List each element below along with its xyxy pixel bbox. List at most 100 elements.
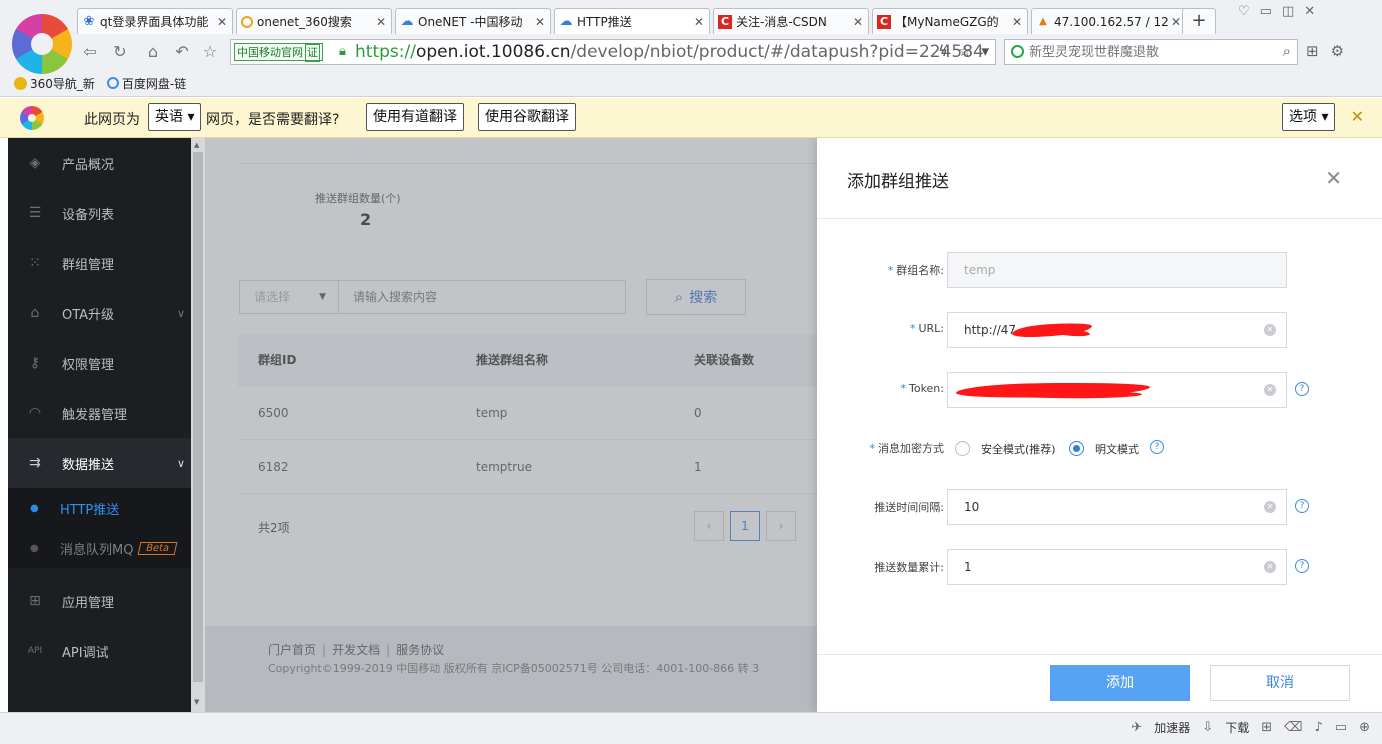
sidebar-item-triggers[interactable]: ◠ 触发器管理 [8,388,191,438]
close-icon[interactable]: ✕ [1351,107,1364,126]
cancel-button[interactable]: 取消 [1210,665,1350,701]
sidebar-scrollbar[interactable]: ▲ ▼ [191,138,205,712]
browser-tab[interactable]: C 【MyNameGZG的 ✕ [872,8,1028,34]
language-select[interactable]: 英语 ▾ [148,103,202,131]
clear-input-icon[interactable]: ✕ [1264,501,1276,513]
push-icon: ⇉ [29,455,41,471]
address-bar[interactable]: 中国移动官网证 🔒︎ https://open.iot.10086.cn/dev… [230,39,996,65]
sidebar-item-ota[interactable]: ⌂ OTA升级 ∨ [8,288,191,338]
tab-title: 关注-消息-CSDN [736,15,827,29]
browser-tab-active[interactable]: ☁ HTTP推送 ✕ [554,8,710,34]
field-label-text: URL: [918,322,944,335]
close-window-icon[interactable]: ✕ [1304,4,1315,19]
home-icon[interactable]: ⌂ [143,42,163,62]
close-icon[interactable]: ✕ [1325,166,1342,190]
browser-tab[interactable]: ▲ 47.100.162.57 / 12 ✕ [1031,8,1187,34]
search-bar[interactable]: ⌕ [1004,39,1298,65]
sidebar-item-label: 应用管理 [62,595,115,611]
back-icon[interactable]: ⇦ [80,42,100,62]
clear-input-icon[interactable]: ✕ [1264,384,1276,396]
scrollbar-thumb[interactable] [193,152,203,682]
add-button[interactable]: 添加 [1050,665,1190,701]
sidebar-item-data-push[interactable]: ⇉ 数据推送 ∨ [8,438,191,488]
tab-close-icon[interactable]: ✕ [1011,15,1023,29]
scroll-down-icon[interactable]: ▼ [194,698,199,706]
required-mark: * [909,322,916,335]
help-icon[interactable]: ? [1295,382,1309,396]
download-button[interactable]: 下载 [1225,719,1249,736]
cloud-icon: ☁ [559,14,573,29]
bookmark-label: 360导航_新 [30,76,95,91]
screen-icon[interactable]: ▭ [1335,720,1347,735]
certificate-badge[interactable]: 中国移动官网证 [234,43,323,62]
push-count-field[interactable]: 1 ✕ [947,549,1287,585]
minimize-icon[interactable]: ▭ [1260,4,1272,19]
clear-input-icon[interactable]: ✕ [1264,324,1276,336]
zoom-icon[interactable]: ⊕ [1359,720,1370,735]
360-ring-icon [241,15,253,28]
address-bar-actions: ϟ ☆ ▾ [938,42,989,60]
url-field[interactable]: http://47. ✕ [947,312,1287,348]
help-icon[interactable]: ? [1295,559,1309,573]
radio-secure-mode[interactable] [955,441,970,456]
browser-tab[interactable]: ☁ OneNET -中国移动 ✕ [395,8,551,34]
dropdown-arrow-icon[interactable]: ▾ [981,42,989,60]
tab-close-icon[interactable]: ✕ [375,15,387,29]
lightning-icon[interactable]: ϟ [938,42,948,60]
push-interval-value: 10 [964,500,980,514]
sidebar-item-device-list[interactable]: ☰ 设备列表 [8,188,191,238]
tools-wrench-icon[interactable]: ⚙ [1331,42,1344,60]
maximize-icon[interactable]: ◫ [1282,4,1294,19]
tab-close-icon[interactable]: ✕ [1170,15,1182,29]
sidebar-item-apps[interactable]: ⊞ 应用管理 [8,576,191,626]
shield-icon[interactable]: ♡ [1238,4,1250,19]
sidebar-item-permissions[interactable]: ⚷ 权限管理 [8,338,191,388]
radio-label[interactable]: 明文模式 [1095,441,1139,457]
help-icon[interactable]: ? [1295,499,1309,513]
bookmark-star-icon[interactable]: ☆ [958,42,971,60]
sidebar-item-api-debug[interactable]: API API调试 [8,626,191,676]
new-tab-button[interactable]: + [1182,8,1216,34]
radio-label[interactable]: 安全模式(推荐) [981,441,1056,457]
youdao-translate-button[interactable]: 使用有道翻译 [366,103,464,131]
url-scheme: https:// [355,42,416,62]
google-translate-button[interactable]: 使用谷歌翻译 [478,103,576,131]
favorite-star-icon[interactable]: ☆ [200,42,220,62]
help-icon[interactable]: ? [1150,440,1164,454]
apps-icon: ⊞ [29,593,41,609]
list-icon: ☰ [28,205,42,221]
token-field[interactable]: ✕ [947,372,1287,408]
lock-icon[interactable]: 🔒︎ [339,44,346,59]
modal-overlay[interactable] [205,138,817,712]
refresh-icon[interactable]: ↻ [110,42,130,62]
field-label: 推送时间间隔: [874,501,944,514]
url-text[interactable]: https://open.iot.10086.cn/develop/nbiot/… [355,42,984,62]
tab-close-icon[interactable]: ✕ [534,15,546,29]
browser-tab[interactable]: ❀ qt登录界面具体功能 ✕ [77,8,233,34]
search-input[interactable] [1029,42,1259,62]
field-label: * URL: [910,322,944,335]
push-interval-field[interactable]: 10 ✕ [947,489,1287,525]
accelerator-button[interactable]: 加速器 [1154,719,1190,736]
bookmark-item[interactable]: 360导航_新 [14,75,95,92]
sidebar-subitem-http-push[interactable]: ● HTTP推送 [8,488,191,528]
apps-grid-icon[interactable]: ⊞ [1306,42,1319,60]
sidebar-subitem-mq[interactable]: ● 消息队列MQ Beta [8,528,191,568]
translate-options-button[interactable]: 选项 ▾ [1282,103,1336,131]
undo-close-icon[interactable]: ↶ [172,42,192,62]
clear-input-icon[interactable]: ✕ [1264,561,1276,573]
scroll-up-icon[interactable]: ▲ [194,141,199,149]
radio-plaintext-mode[interactable] [1069,441,1084,456]
tab-close-icon[interactable]: ✕ [693,15,705,29]
tab-close-icon[interactable]: ✕ [852,15,864,29]
search-icon[interactable]: ⌕ [1283,42,1291,60]
tab-close-icon[interactable]: ✕ [216,15,228,29]
browser-tab[interactable]: onenet_360搜索 ✕ [236,8,392,34]
trash-icon[interactable]: ⌫ [1284,720,1302,735]
add-panel-icon[interactable]: ⊞ [1261,720,1272,735]
sidebar-item-group-management[interactable]: ⁙ 群组管理 [8,238,191,288]
sound-icon[interactable]: ♪ [1315,720,1323,735]
sidebar-item-product-overview[interactable]: ◈ 产品概况 [8,138,191,188]
browser-tab[interactable]: C 关注-消息-CSDN ✕ [713,8,869,34]
bookmark-item[interactable]: 百度网盘-链 [106,75,186,92]
